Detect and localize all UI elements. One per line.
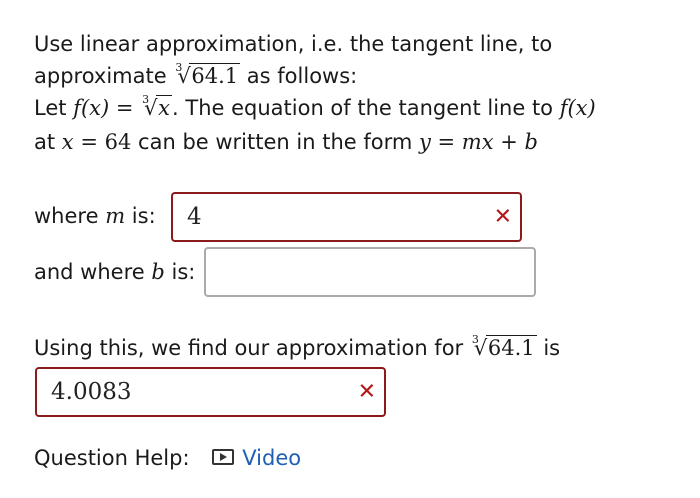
question-text-3b: . The equation of the tangent line to [172, 96, 554, 120]
equals-sign-2: = [80, 130, 98, 154]
radicand: 64.1 [189, 63, 241, 88]
radical-symbol-icon: √ [177, 64, 191, 88]
equals-sign: = [115, 96, 134, 120]
approx-label-prefix: Using this, we find our approximation fo… [34, 336, 464, 360]
b-label-prefix: and where [34, 260, 145, 284]
m-answer-input[interactable]: 4 ✕ [171, 192, 522, 242]
question-page: Use linear approximation, i.e. the tange… [0, 0, 700, 498]
function-fx-2: f(x) [559, 96, 596, 120]
m-answer-value: 4 [187, 204, 202, 230]
question-text-4b: can be written in the form [138, 130, 413, 154]
function-fx: f(x) [73, 96, 110, 120]
x-mark-icon: ✕ [357, 379, 376, 405]
question-line-4: at x = 64 can be written in the form y =… [34, 126, 538, 158]
x-mark-icon: ✕ [493, 204, 512, 230]
m-label: where m is: [34, 200, 156, 232]
line-form: y = mx + b [419, 130, 538, 154]
radical-symbol-icon: √ [144, 96, 158, 120]
b-label: and where b is: [34, 256, 195, 288]
m-label-suffix: is: [131, 204, 156, 228]
question-text-2b: as follows: [246, 64, 358, 88]
question-text-4a: at [34, 130, 56, 154]
video-link[interactable]: Video [242, 446, 301, 470]
question-help: Question Help: Video [34, 442, 301, 474]
help-label: Question Help: [34, 446, 190, 470]
video-icon[interactable] [212, 449, 235, 465]
approx-label-suffix: is [543, 336, 561, 360]
cube-root-expression: 3 √ 64.1 [173, 60, 241, 92]
point-var: x [61, 130, 74, 154]
question-line-3: Let f(x) = 3 √ x. The equation of the tang… [34, 92, 596, 124]
approx-answer-input[interactable]: 4.0083 ✕ [35, 367, 386, 417]
cube-root-x-expression: 3 √ x [140, 92, 173, 124]
m-label-prefix: where [34, 204, 99, 228]
b-label-var: b [151, 260, 165, 284]
point-value: 64 [104, 130, 132, 154]
radicand-x: x [156, 95, 173, 120]
question-line-1: Use linear approximation, i.e. the tange… [34, 28, 552, 60]
cube-root-expression-2: 3 √ 64.1 [470, 332, 537, 364]
radical-symbol-icon: √ [473, 336, 488, 360]
approx-answer-value: 4.0083 [51, 379, 132, 405]
b-answer-input[interactable] [204, 247, 536, 297]
m-label-var: m [105, 204, 126, 228]
question-text-1: Use linear approximation, i.e. the tange… [34, 32, 553, 56]
approx-label: Using this, we find our approximation fo… [34, 332, 560, 364]
question-text-3a: Let [34, 96, 67, 120]
radicand-2: 64.1 [485, 335, 537, 360]
b-label-suffix: is: [171, 260, 196, 284]
question-line-2: approximate 3 √ 64.1 as follows: [34, 60, 357, 92]
